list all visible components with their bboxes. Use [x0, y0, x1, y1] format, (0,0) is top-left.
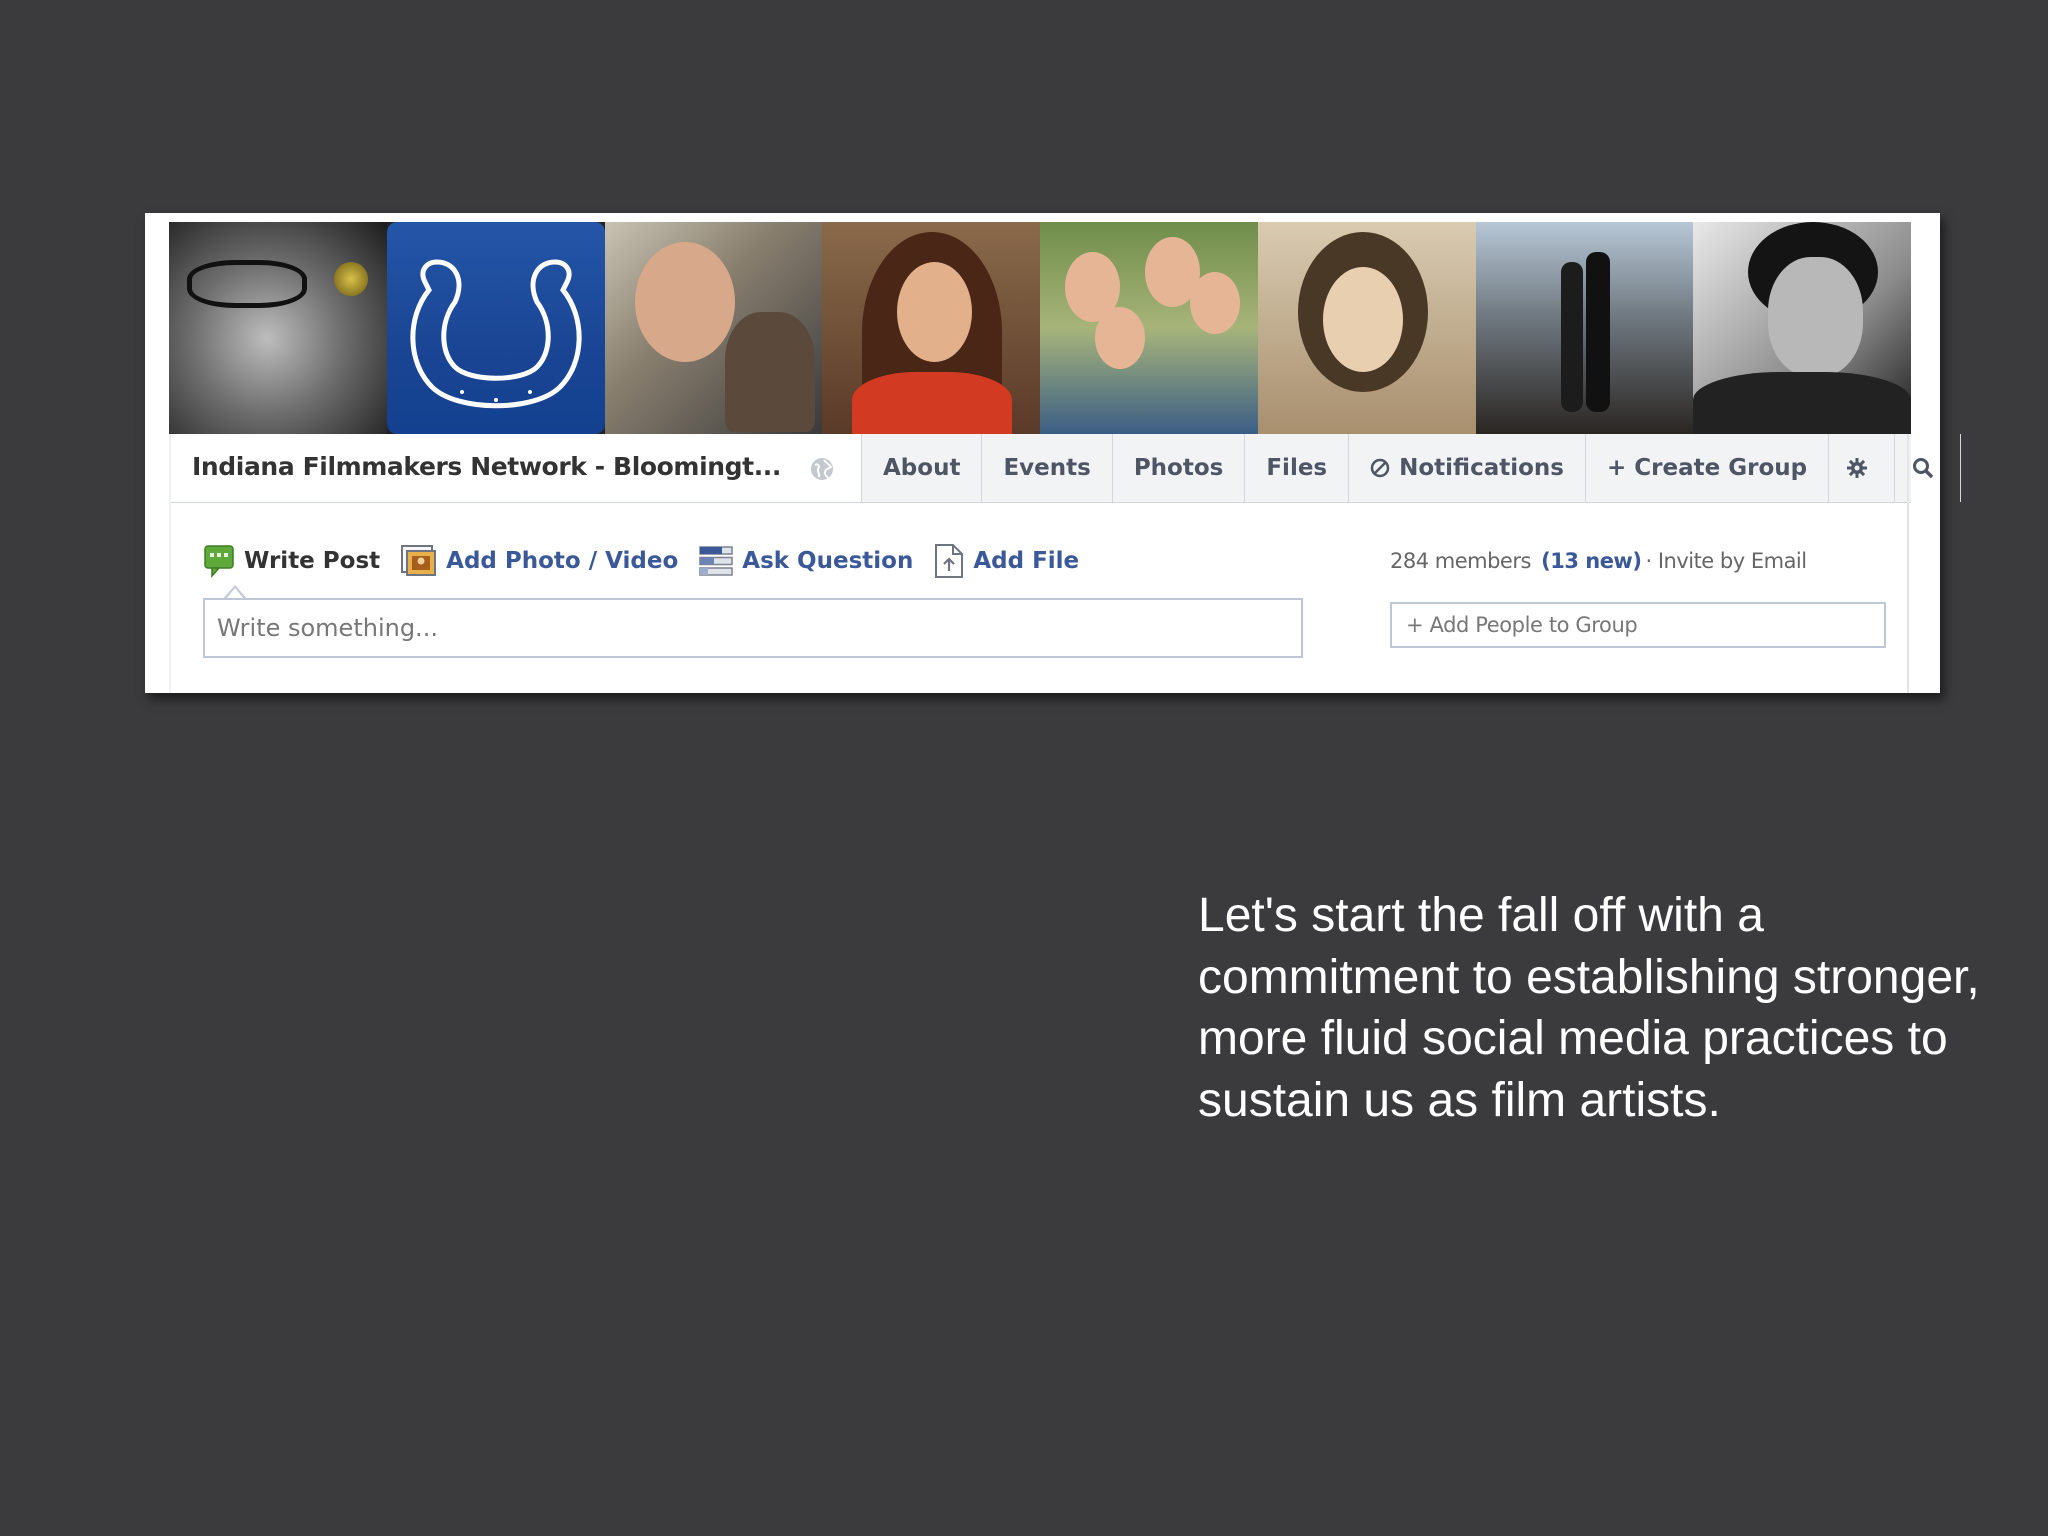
member-photo[interactable] [822, 222, 1040, 434]
speech-bubble-icon [204, 545, 234, 578]
member-photo[interactable] [169, 222, 387, 434]
member-photo[interactable] [604, 222, 823, 434]
search-button[interactable] [1895, 434, 1962, 502]
add-photo-video-button[interactable]: Add Photo / Video [401, 545, 678, 577]
composer-actions: Write Post Add Photo / Video Ask Questio… [203, 543, 1100, 579]
add-people-input[interactable]: + Add People to Group [1390, 602, 1886, 648]
group-title[interactable]: Indiana Filmmakers Network - Bloomingt..… [192, 452, 781, 481]
members-count[interactable]: 284 members [1390, 549, 1531, 573]
divider [1907, 434, 1909, 693]
tab-about[interactable]: About [862, 434, 983, 502]
facebook-group-screenshot: Indiana Filmmakers Network - Bloomingt..… [145, 213, 1962, 693]
tab-notifications[interactable]: Notifications [1349, 434, 1586, 502]
write-something-input[interactable]: Write something... [203, 598, 1303, 658]
settings-button[interactable] [1829, 434, 1896, 502]
new-members-count[interactable]: (13 new) [1541, 549, 1642, 573]
slide-caption: Let's start the fall off with a commitme… [1198, 889, 1980, 1127]
add-file-button[interactable]: Add File [934, 543, 1079, 579]
ask-question-button[interactable]: Ask Question [699, 545, 913, 577]
invite-by-email-link[interactable]: Invite by Email [1658, 549, 1807, 573]
member-photo[interactable] [1257, 222, 1476, 434]
group-tabs: About Events Photos Files Notifications … [861, 434, 1962, 502]
horseshoe-icon [410, 259, 582, 409]
gear-icon [1847, 458, 1868, 478]
tab-photos[interactable]: Photos [1113, 434, 1246, 502]
member-photo[interactable] [1475, 222, 1694, 434]
cover-photo-mosaic [169, 222, 1911, 434]
poll-icon [699, 546, 734, 576]
member-photo-horseshoe-logo[interactable] [386, 222, 605, 434]
member-photo[interactable] [1040, 222, 1258, 434]
no-symbol-icon [1370, 458, 1390, 478]
file-icon [935, 544, 964, 578]
tab-events[interactable]: Events [982, 434, 1113, 502]
globe-icon[interactable] [809, 456, 835, 482]
photo-icon [401, 545, 437, 576]
divider [169, 434, 171, 693]
search-icon [1913, 458, 1934, 479]
member-photo[interactable] [1693, 222, 1911, 434]
members-summary: 284 members (13 new) · Invite by Email [1390, 549, 1807, 573]
composer-pointer [223, 585, 247, 600]
tab-create-group[interactable]: + Create Group [1586, 434, 1830, 502]
group-navbar: Indiana Filmmakers Network - Bloomingt..… [169, 434, 1962, 503]
separator: · [1645, 549, 1652, 573]
write-post-button[interactable]: Write Post [203, 544, 380, 578]
tab-files[interactable]: Files [1245, 434, 1350, 502]
